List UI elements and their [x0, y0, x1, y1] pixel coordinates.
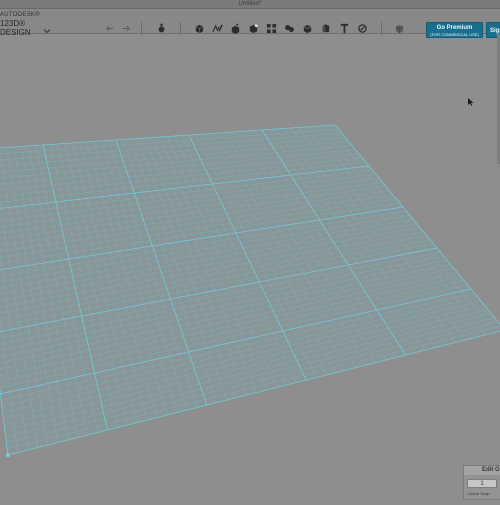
- primitives-icon[interactable]: [193, 22, 205, 34]
- modify-icon[interactable]: [247, 22, 259, 34]
- workplane-surface[interactable]: [0, 125, 500, 455]
- main-toolbar: AUTODESK® 123D® DESIGN Go Premium (FOR C…: [0, 9, 500, 38]
- construct-icon[interactable]: [229, 22, 241, 34]
- text-icon[interactable]: [338, 22, 350, 34]
- edit-grid-title: Edit Grid: [464, 466, 500, 475]
- edit-grid-panel[interactable]: Edit Grid 1 Linear Snap: [463, 465, 500, 500]
- snap-unit-label: Linear Snap: [468, 491, 490, 496]
- transform-icon[interactable]: [155, 22, 167, 34]
- chevron-down-icon[interactable]: [43, 22, 51, 34]
- brand-line1: AUTODESK®: [0, 12, 41, 18]
- undo-icon[interactable]: [103, 22, 115, 34]
- 3d-viewport[interactable]: [0, 34, 500, 500]
- material-icon[interactable]: [393, 22, 405, 34]
- combine-icon[interactable]: [301, 22, 313, 34]
- premium-label: Go Premium: [436, 25, 473, 31]
- sketch-icon[interactable]: [211, 22, 223, 34]
- snap-icon[interactable]: [356, 22, 368, 34]
- grouping-icon[interactable]: [283, 22, 295, 34]
- redo-icon[interactable]: [120, 22, 132, 34]
- snap-value-field[interactable]: 1: [467, 479, 497, 488]
- window-title-bar: Untitled*: [0, 0, 500, 9]
- window-title: Untitled*: [238, 1, 262, 7]
- pattern-icon[interactable]: [265, 22, 277, 34]
- measure-icon[interactable]: [319, 22, 331, 34]
- workplane-grid[interactable]: [0, 34, 500, 500]
- grid-origin-marker: [6, 453, 10, 457]
- mouse-cursor-icon: [468, 93, 474, 106]
